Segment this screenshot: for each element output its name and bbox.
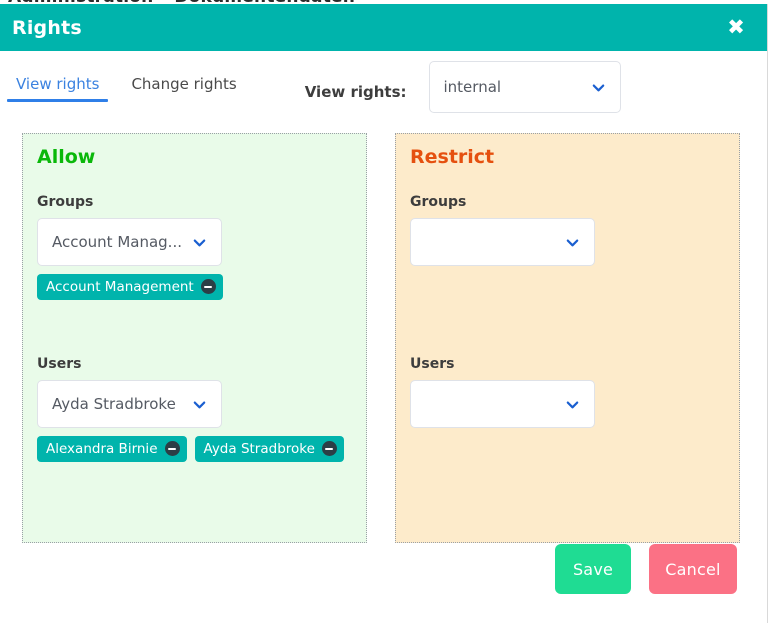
tab-change-rights-label: Change rights: [131, 75, 237, 93]
tag-item: Alexandra Birnie: [37, 436, 187, 462]
restrict-groups-tags: [410, 274, 725, 300]
restrict-groups-label: Groups: [410, 194, 467, 210]
allow-groups-select-value: Account Manag...: [52, 233, 182, 251]
allow-groups-label: Groups: [37, 194, 94, 210]
allow-users-select[interactable]: Ayda Stradbroke: [37, 380, 222, 428]
allow-users-block: Users Ayda Stradbroke Alexandra Birnie A…: [37, 356, 352, 462]
tab-view-rights-label: View rights: [16, 75, 100, 93]
modal-header: Rights ✖: [0, 4, 767, 51]
restrict-heading: Restrict: [410, 146, 495, 168]
cancel-button[interactable]: Cancel: [649, 544, 737, 594]
chevron-down-icon: [559, 235, 594, 250]
tab-view-rights[interactable]: View rights: [0, 71, 115, 102]
rights-selector-group: View rights: internal: [304, 61, 621, 113]
modal-footer: Save Cancel: [0, 544, 767, 623]
allow-panel: Allow Groups Account Manag... Account Ma…: [22, 133, 367, 543]
allow-groups-select[interactable]: Account Manag...: [37, 218, 222, 266]
allow-heading: Allow: [37, 146, 96, 168]
rights-modal: Rights ✖ View rights Change rights View …: [0, 4, 768, 623]
rights-selector-value: internal: [443, 78, 502, 96]
allow-users-select-value: Ayda Stradbroke: [52, 395, 176, 413]
restrict-users-select[interactable]: [410, 380, 595, 428]
restrict-users-block: Users: [410, 356, 725, 462]
rights-panels: Allow Groups Account Manag... Account Ma…: [0, 123, 767, 543]
tag-label: Account Management: [46, 278, 194, 295]
tag-label: Alexandra Birnie: [46, 440, 158, 457]
minus-circle-icon[interactable]: [164, 441, 180, 456]
allow-users-tags: Alexandra Birnie Ayda Stradbroke: [37, 436, 352, 462]
minus-circle-icon[interactable]: [321, 441, 337, 456]
allow-groups-tags: Account Management: [37, 274, 352, 300]
restrict-panel: Restrict Groups Users: [395, 133, 740, 543]
minus-circle-icon[interactable]: [200, 279, 216, 294]
chevron-down-icon: [585, 80, 620, 95]
tag-item: Account Management: [37, 274, 223, 300]
modal-title: Rights: [12, 16, 82, 39]
tag-item: Ayda Stradbroke: [194, 436, 344, 462]
chevron-down-icon: [559, 397, 594, 412]
toolbar: View rights Change rights View rights: i…: [0, 51, 767, 123]
allow-users-label: Users: [37, 356, 82, 372]
tab-change-rights[interactable]: Change rights: [115, 71, 252, 102]
chevron-down-icon: [186, 397, 221, 412]
chevron-down-icon: [186, 235, 221, 250]
close-icon[interactable]: ✖: [721, 13, 751, 43]
rights-selector-label: View rights:: [304, 83, 407, 101]
tab-list: View rights Change rights: [0, 71, 253, 102]
restrict-users-label: Users: [410, 356, 455, 372]
tag-label: Ayda Stradbroke: [203, 440, 315, 457]
restrict-users-tags: [410, 436, 725, 462]
restrict-groups-select[interactable]: [410, 218, 595, 266]
save-button[interactable]: Save: [555, 544, 631, 594]
rights-selector-dropdown[interactable]: internal: [428, 61, 621, 113]
